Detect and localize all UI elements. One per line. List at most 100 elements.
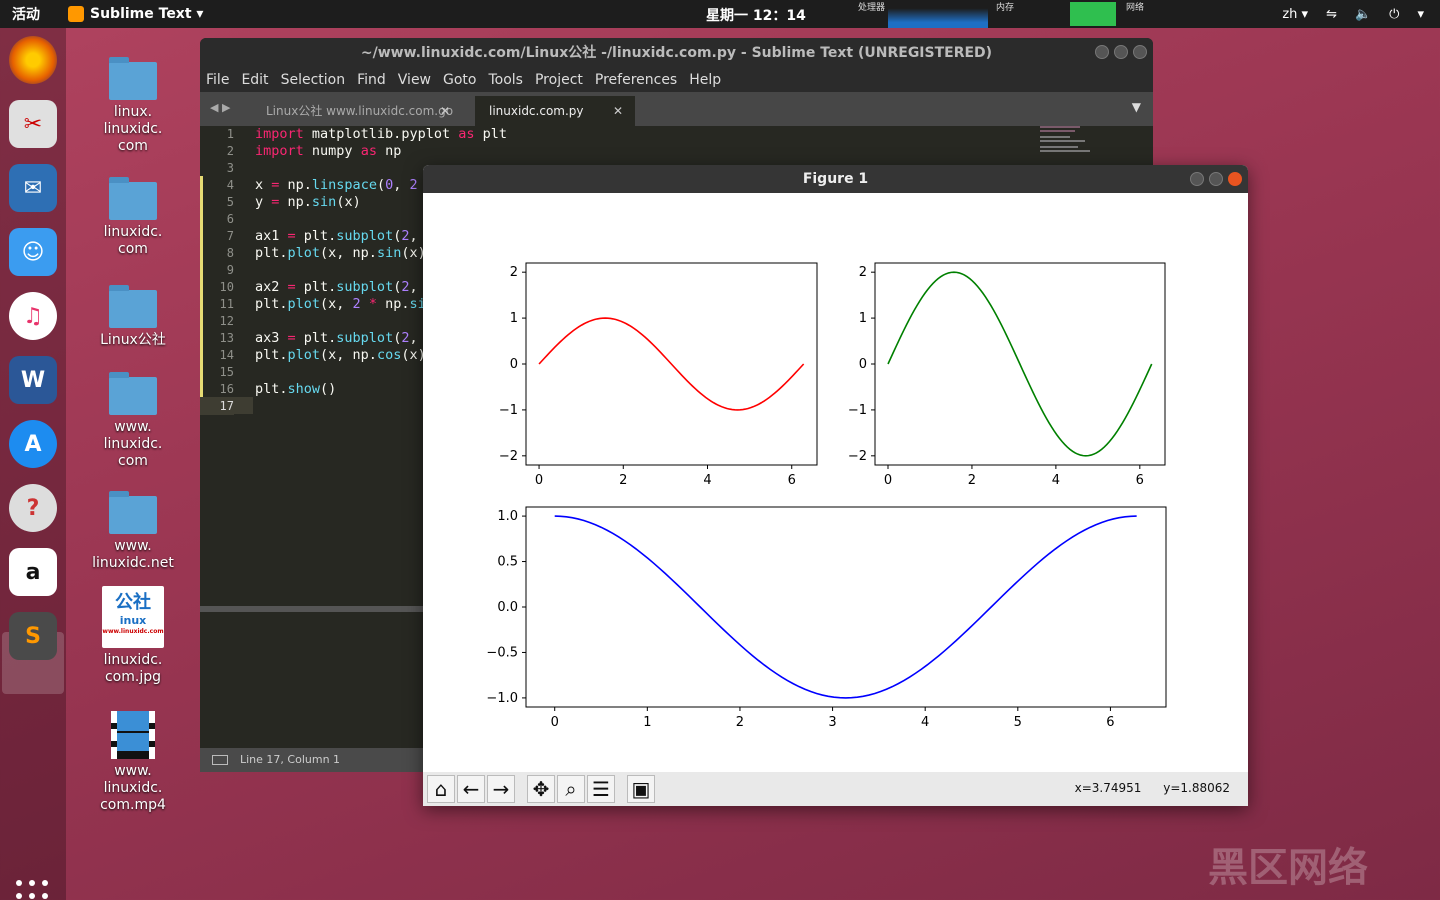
- desktop-folder[interactable]: linux. linuxidc. com: [78, 57, 188, 155]
- figure-titlebar[interactable]: Figure 1: [423, 165, 1248, 193]
- menu-view[interactable]: View: [398, 72, 431, 88]
- x-tick-label: 0: [535, 473, 543, 488]
- firefox-icon[interactable]: [9, 36, 57, 84]
- y-tick-label: −2: [499, 449, 518, 464]
- clock[interactable]: 星期一 12：14: [706, 5, 806, 25]
- y-tick-label: 1: [510, 311, 518, 326]
- y-tick-label: 2: [859, 265, 867, 280]
- pan-icon[interactable]: ✥: [527, 775, 555, 803]
- save-icon[interactable]: ▣: [627, 775, 655, 803]
- x-tick-label: 0: [884, 473, 892, 488]
- figure-canvas[interactable]: 0 2 4 6 2 1 0 −1 −2 0 2 4 6 2 1 0 −1 −2 0 1 2 3 4 5 6 1.0 0.5 0.0 −0…: [423, 193, 1248, 772]
- minimap[interactable]: [1040, 126, 1100, 166]
- help-icon[interactable]: ?: [9, 484, 57, 532]
- menu-goto[interactable]: Goto: [443, 72, 476, 88]
- tab-label: linuxidc.com.py: [489, 104, 584, 118]
- desktop-folder[interactable]: www. linuxidc.net: [78, 491, 188, 572]
- amazon-icon[interactable]: a: [9, 548, 57, 596]
- chevron-down-icon[interactable]: ▾: [1417, 7, 1424, 22]
- system-tray: zh ▾ ⇋ 🔈 ⏻ ▾: [1282, 0, 1440, 28]
- music-icon[interactable]: ♫: [9, 292, 57, 340]
- desktop-image-file[interactable]: 公社 inux www.linuxidc.com linuxidc. com.j…: [78, 586, 188, 686]
- x-tick-label: 6: [788, 473, 796, 488]
- desktop-folder[interactable]: linuxidc. com: [78, 177, 188, 258]
- y-tick-label: 1.0: [497, 509, 518, 524]
- app-menu-label: Sublime Text ▾: [90, 6, 204, 22]
- screenshot-tool-icon[interactable]: ✂: [9, 100, 57, 148]
- home-icon[interactable]: ⌂: [427, 775, 455, 803]
- top-bar: 活动 Sublime Text ▾ 星期一 12：14 处理器 内存 网络 zh…: [0, 0, 1440, 28]
- y-tick-label: −0.5: [486, 645, 518, 660]
- folder-icon: [109, 57, 157, 100]
- tab-linux-go[interactable]: Linux公社 www.linuxidc.com.go ✕: [252, 96, 462, 126]
- power-icon[interactable]: ⏻: [1389, 7, 1399, 22]
- close-icon[interactable]: [1228, 172, 1242, 186]
- tab-linuxidc-py[interactable]: linuxidc.com.py ✕: [475, 96, 635, 126]
- coord-y: y=1.88062: [1163, 781, 1230, 795]
- back-arrow-icon[interactable]: ←: [457, 775, 485, 803]
- menu-preferences[interactable]: Preferences: [595, 72, 677, 88]
- maximize-icon[interactable]: [1209, 172, 1223, 186]
- x-tick-label: 4: [1052, 473, 1060, 488]
- y-tick-label: 0: [859, 357, 867, 372]
- zoom-icon[interactable]: ⌕: [557, 775, 585, 803]
- x-tick-label: 4: [921, 715, 929, 730]
- show-apps-icon[interactable]: [16, 880, 50, 900]
- menu-find[interactable]: Find: [357, 72, 386, 88]
- menu-project[interactable]: Project: [535, 72, 583, 88]
- menu-edit[interactable]: Edit: [241, 72, 268, 88]
- desktop-folder[interactable]: Linux公社: [78, 285, 188, 349]
- word-icon[interactable]: W: [9, 356, 57, 404]
- desktop-video-file[interactable]: www. linuxidc. com.mp4: [78, 707, 188, 814]
- menu-file[interactable]: File: [206, 72, 229, 88]
- window-controls: [1095, 45, 1147, 59]
- maximize-icon[interactable]: [1114, 45, 1128, 59]
- menu-bar: File Edit Selection Find View Goto Tools…: [200, 68, 1153, 92]
- folder-icon: [109, 285, 157, 328]
- x-tick-label: 3: [828, 715, 836, 730]
- folder-icon: [109, 372, 157, 415]
- panel-toggle-icon[interactable]: [212, 755, 228, 765]
- activities-button[interactable]: 活动: [12, 4, 40, 24]
- mail-icon[interactable]: ✉: [9, 164, 57, 212]
- x-tick-label: 4: [703, 473, 711, 488]
- y-tick-label: −1: [499, 403, 518, 418]
- language-indicator[interactable]: zh ▾: [1282, 7, 1308, 22]
- y-tick-label: −2: [848, 449, 867, 464]
- subplots-icon[interactable]: ☰: [587, 775, 615, 803]
- y-tick-label: −1: [848, 403, 867, 418]
- minimize-icon[interactable]: [1190, 172, 1204, 186]
- cpu-graph: [888, 0, 988, 28]
- cpu-monitor-label: 处理器: [858, 3, 886, 13]
- x-tick-label: 2: [736, 715, 744, 730]
- volume-icon[interactable]: 🔈: [1355, 7, 1371, 22]
- y-tick-label: 0.5: [497, 555, 518, 570]
- app-store-icon[interactable]: A: [9, 420, 57, 468]
- tab-close-icon[interactable]: ✕: [613, 96, 623, 126]
- coord-x: x=3.74951: [1074, 781, 1142, 795]
- cursor-position: Line 17, Column 1: [240, 753, 341, 766]
- tab-close-icon[interactable]: ✕: [440, 96, 450, 126]
- y-tick-label: 0: [510, 357, 518, 372]
- network-monitor-label: 网络: [1126, 3, 1145, 13]
- folder-icon: [109, 491, 157, 534]
- minimize-icon[interactable]: [1095, 45, 1109, 59]
- tab-nav-arrows-icon[interactable]: ◀ ▶: [210, 101, 230, 114]
- desktop-folder[interactable]: www. linuxidc. com: [78, 372, 188, 470]
- close-icon[interactable]: [1133, 45, 1147, 59]
- tab-dropdown-icon[interactable]: ▼: [1132, 100, 1141, 114]
- network-icon[interactable]: ⇋: [1326, 7, 1337, 22]
- x-tick-label: 6: [1106, 715, 1114, 730]
- forward-arrow-icon[interactable]: →: [487, 775, 515, 803]
- menu-selection[interactable]: Selection: [281, 72, 346, 88]
- window-controls: [1190, 172, 1242, 186]
- sublime-text-icon[interactable]: S: [9, 612, 57, 660]
- sublime-titlebar[interactable]: ~/www.linuxidc.com/Linux公社 -/linuxidc.co…: [200, 38, 1153, 68]
- finder-icon[interactable]: ☺: [9, 228, 57, 276]
- image-thumbnail-icon: 公社 inux www.linuxidc.com: [102, 586, 164, 648]
- x-tick-label: 2: [619, 473, 627, 488]
- cursor-coordinates: x=3.74951 y=1.88062: [1075, 781, 1230, 795]
- menu-tools[interactable]: Tools: [488, 72, 523, 88]
- menu-help[interactable]: Help: [689, 72, 721, 88]
- app-menu[interactable]: Sublime Text ▾: [68, 6, 203, 22]
